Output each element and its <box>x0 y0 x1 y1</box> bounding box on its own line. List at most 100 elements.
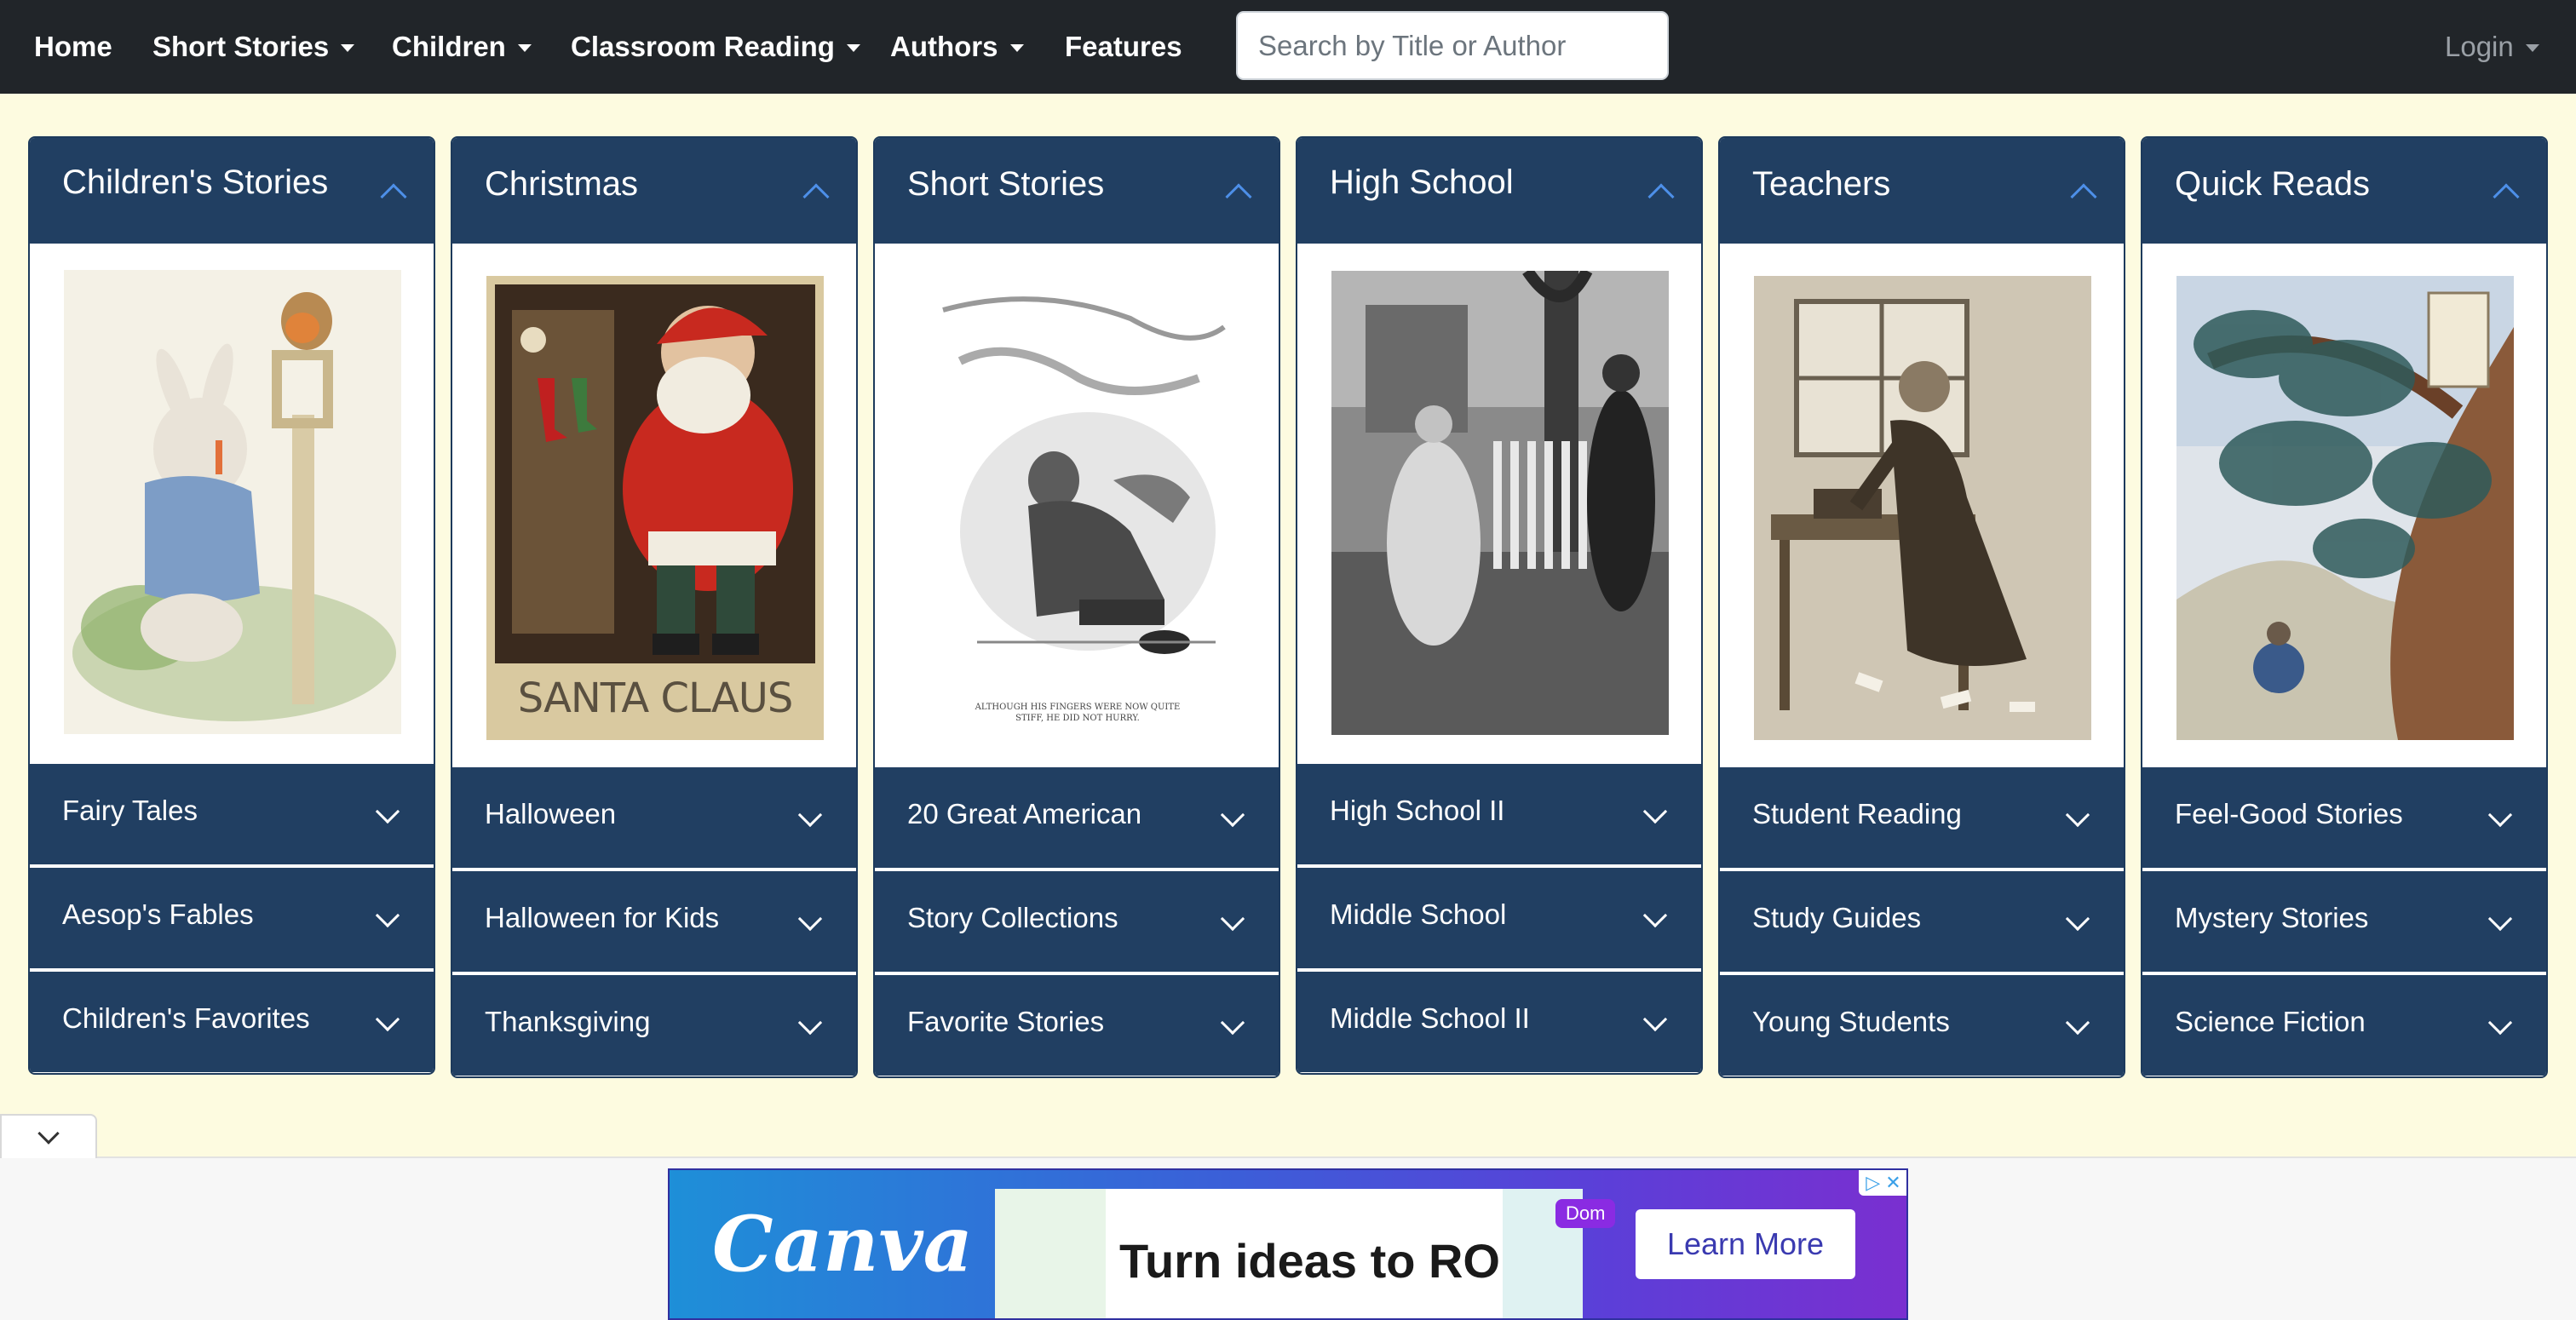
sub-link-halloween[interactable]: Halloween <box>452 767 856 868</box>
nav-authors[interactable]: Authors <box>890 0 1024 94</box>
sub-link-young-students[interactable]: Young Students <box>1720 975 2124 1076</box>
chevron-down-icon <box>1220 1010 1245 1036</box>
chevron-down-icon <box>1642 903 1668 928</box>
chevron-down-icon <box>2065 906 2090 932</box>
card-title: Christmas <box>485 165 639 203</box>
sub-link-label: Study Guides <box>1752 902 1922 933</box>
sub-link-label: Science Fiction <box>2175 1006 2366 1037</box>
santa-claus-illustration: SANTA CLAUS <box>486 276 824 740</box>
ad-learn-more-button[interactable]: Learn More <box>1636 1209 1855 1279</box>
nav-features-label: Features <box>1065 31 1182 62</box>
sub-link-label: Young Students <box>1752 1006 1950 1037</box>
chevron-down-icon <box>2065 1010 2090 1036</box>
nav-features[interactable]: Features <box>1065 0 1182 94</box>
woman-writing-illustration <box>1754 276 2091 740</box>
card-header[interactable]: Short Stories <box>875 138 1279 244</box>
ad-brand-logo: Canva <box>712 1199 973 1289</box>
card-title: Short Stories <box>907 165 1105 203</box>
login-dropdown[interactable]: Login <box>2445 0 2539 94</box>
image-caption: SANTA CLAUS <box>517 674 794 722</box>
sub-link-middle-school[interactable]: Middle School <box>1297 868 1701 968</box>
ad-cta-label: Learn More <box>1666 1226 1825 1261</box>
chevron-down-icon <box>2487 906 2513 932</box>
sub-link-study-guides[interactable]: Study Guides <box>1720 871 2124 972</box>
chevron-down-icon <box>797 1010 823 1036</box>
ad-close-icon[interactable]: ▷ ✕ <box>1859 1170 1906 1196</box>
nav-authors-label: Authors <box>890 31 998 62</box>
ad-creative: Turn ideas to ROI <box>995 1189 1583 1318</box>
card-title: Teachers <box>1752 165 1891 203</box>
sub-link-label: Halloween for Kids <box>485 902 720 933</box>
ad-thumbnail <box>995 1189 1106 1318</box>
japanese-woodblock-illustration <box>2176 276 2514 740</box>
image-caption: ALTHOUGH HIS FINGERS WERE NOW QUITE STIF… <box>975 703 1181 723</box>
banner-ad[interactable]: Canva Turn ideas to ROI Dom Learn More ▷… <box>668 1168 1908 1320</box>
sub-link-label: Student Reading <box>1752 798 1962 829</box>
card-header[interactable]: Christmas <box>452 138 856 244</box>
nav-home[interactable]: Home <box>34 0 112 94</box>
search-input[interactable] <box>1236 11 1669 80</box>
sub-link-label: Middle School II <box>1330 1002 1530 1034</box>
login-label: Login <box>2445 31 2514 62</box>
chevron-down-icon <box>2487 802 2513 828</box>
chevron-down-icon <box>2065 802 2090 828</box>
sub-link-science-fiction[interactable]: Science Fiction <box>2142 975 2546 1076</box>
sub-link-fairy-tales[interactable]: Fairy Tales <box>30 764 434 864</box>
gate-scene-illustration <box>1331 271 1669 735</box>
sub-link-label: 20 Great American <box>907 798 1142 829</box>
card-title: Children's Stories <box>62 164 329 201</box>
sub-link-label: Mystery Stories <box>2175 902 2369 933</box>
chevron-down-icon <box>797 906 823 932</box>
nav-classroom-reading[interactable]: Classroom Reading <box>571 0 860 94</box>
sub-link-20-great-american[interactable]: 20 Great American <box>875 767 1279 868</box>
card-header[interactable]: Children's Stories <box>30 138 434 244</box>
caret-down-icon <box>1009 44 1024 52</box>
sub-link-label: Fairy Tales <box>62 795 198 826</box>
ad-collapse-toggle[interactable] <box>0 1114 97 1158</box>
ad-badge: Dom <box>1555 1199 1616 1228</box>
chevron-up-icon <box>802 183 830 210</box>
sub-link-middle-school-ii[interactable]: Middle School II <box>1297 972 1701 1072</box>
sub-link-aesops-fables[interactable]: Aesop's Fables <box>30 868 434 968</box>
sub-link-halloween-for-kids[interactable]: Halloween for Kids <box>452 871 856 972</box>
top-navbar: Home Short Stories Children Classroom Re… <box>0 0 2576 94</box>
nav-children-label: Children <box>392 31 506 62</box>
sub-link-story-collections[interactable]: Story Collections <box>875 871 1279 972</box>
card-header[interactable]: Quick Reads <box>2142 138 2546 244</box>
category-card-quick-reads: Quick Reads Feel-Good Stories Mystery St… <box>2141 136 2548 1078</box>
sub-link-favorite-stories[interactable]: Favorite Stories <box>875 975 1279 1076</box>
sub-link-high-school-ii[interactable]: High School II <box>1297 764 1701 864</box>
sub-link-student-reading[interactable]: Student Reading <box>1720 767 2124 868</box>
chevron-up-icon <box>2070 183 2097 210</box>
nav-children[interactable]: Children <box>392 0 532 94</box>
chevron-up-icon <box>380 183 407 210</box>
sub-link-feel-good-stories[interactable]: Feel-Good Stories <box>2142 767 2546 868</box>
sub-link-label: Thanksgiving <box>485 1006 651 1037</box>
nav-short-stories-label: Short Stories <box>152 31 330 62</box>
card-header[interactable]: High School <box>1297 138 1701 244</box>
category-card-short-stories: Short Stories ALTHOUGH HIS FINGERS WERE … <box>873 136 1280 1078</box>
sub-link-label: Children's Favorites <box>62 1002 310 1034</box>
nav-home-label: Home <box>34 31 112 62</box>
card-header[interactable]: Teachers <box>1720 138 2124 244</box>
category-card-christmas: Christmas SANTA CLAUS Halloween Hallowee… <box>451 136 858 1078</box>
chevron-down-icon <box>1642 799 1668 824</box>
chevron-up-icon <box>1225 183 1252 210</box>
sub-link-label: Favorite Stories <box>907 1006 1105 1037</box>
sub-link-thanksgiving[interactable]: Thanksgiving <box>452 975 856 1076</box>
sub-link-mystery-stories[interactable]: Mystery Stories <box>2142 871 2546 972</box>
category-card-childrens-stories: Children's Stories Fairy Tales Aesop's F… <box>28 136 435 1075</box>
chevron-down-icon <box>2487 1010 2513 1036</box>
nav-short-stories[interactable]: Short Stories <box>152 0 355 94</box>
sub-link-label: Halloween <box>485 798 617 829</box>
chevron-down-icon <box>37 1122 60 1145</box>
chevron-up-icon <box>1647 183 1675 210</box>
sub-link-label: Middle School <box>1330 898 1507 930</box>
ad-headline: Turn ideas to ROI <box>1119 1234 1514 1288</box>
chevron-up-icon <box>2493 183 2520 210</box>
sub-link-childrens-favorites[interactable]: Children's Favorites <box>30 972 434 1072</box>
chevron-down-icon <box>797 802 823 828</box>
caret-down-icon <box>341 44 355 52</box>
kneeling-man-illustration: ALTHOUGH HIS FINGERS WERE NOW QUITE STIF… <box>909 276 1246 740</box>
sub-link-label: Story Collections <box>907 902 1118 933</box>
